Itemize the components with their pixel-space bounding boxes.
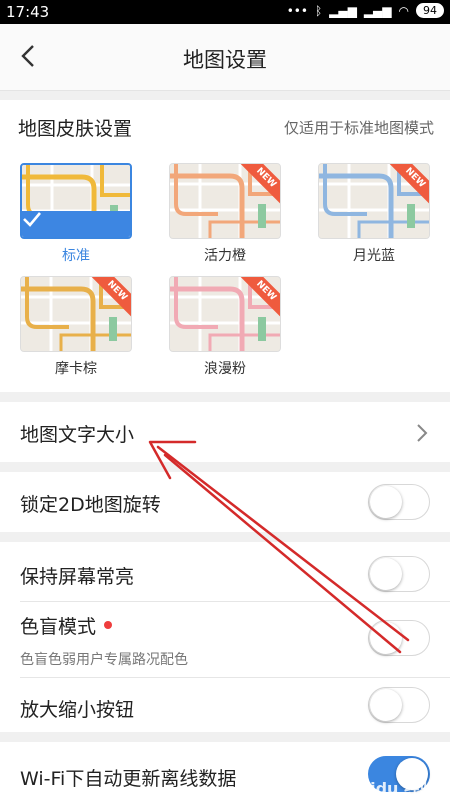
divider — [20, 677, 450, 678]
wifi-update-row: Wi-Fi下自动更新离线数据 Baidu 经验 — [0, 742, 450, 801]
skin-option-pink[interactable]: NEW 浪漫粉 — [169, 276, 281, 378]
battery-icon: 94 — [416, 3, 444, 18]
signal-icon: ▂▄▆ — [329, 3, 357, 18]
page-title: 地图设置 — [183, 48, 267, 72]
selected-indicator — [22, 211, 130, 237]
text-size-row[interactable]: 地图文字大小 — [0, 402, 450, 462]
skin-option-standard[interactable]: 标准 — [20, 163, 132, 265]
zoom-buttons-toggle[interactable] — [368, 687, 430, 723]
lock-2d-row: 锁定2D地图旋转 — [0, 472, 450, 532]
text-size-label: 地图文字大小 — [20, 424, 135, 446]
skin-section-note: 仅适用于标准地图模式 — [283, 119, 434, 137]
lock-2d-label: 锁定2D地图旋转 — [20, 494, 161, 516]
skin-thumbnail: NEW — [169, 276, 281, 352]
bluetooth-icon: ᛒ — [314, 3, 323, 18]
watermark: Baidu 经验 — [347, 779, 436, 798]
chevron-right-icon — [417, 424, 428, 442]
toggle-knob — [370, 689, 402, 721]
screen-on-label: 保持屏幕常亮 — [20, 566, 135, 588]
skin-label: 月光蓝 — [353, 248, 395, 264]
skin-settings-section: 地图皮肤设置 仅适用于标准地图模式 标准 NEW 活力橙 NEW 月光蓝 NEW… — [0, 100, 450, 392]
colorblind-toggle[interactable] — [368, 620, 430, 656]
skin-thumbnail: NEW — [169, 163, 281, 239]
colorblind-label-text: 色盲模式 — [20, 616, 97, 638]
skin-label: 标准 — [62, 248, 90, 264]
screen-on-toggle[interactable] — [368, 556, 430, 592]
signal-icon-2: ▂▄▆ — [363, 3, 392, 18]
zoom-buttons-label: 放大缩小按钮 — [20, 699, 135, 721]
colorblind-subtitle: 色盲色弱用户专属路况配色 — [20, 652, 188, 668]
skin-thumbnail: NEW — [318, 163, 430, 239]
skin-thumbnail: NEW — [20, 276, 132, 352]
toggle-knob — [370, 558, 402, 590]
check-icon — [23, 212, 41, 227]
nav-bar: 地图设置 — [0, 24, 450, 91]
divider — [20, 601, 450, 602]
status-icons: ••• ᛒ ▂▄▆ ▂▄▆ ◠ 94 — [287, 3, 444, 18]
lock-2d-toggle[interactable] — [368, 484, 430, 520]
toggle-knob — [370, 622, 402, 654]
skin-option-brown[interactable]: NEW 摩卡棕 — [20, 276, 132, 378]
skin-thumbnail — [20, 163, 132, 239]
skin-label: 活力橙 — [204, 248, 246, 264]
skin-section-title: 地图皮肤设置 — [18, 118, 133, 140]
dots-icon: ••• — [286, 3, 308, 18]
skin-option-orange[interactable]: NEW 活力橙 — [169, 163, 281, 265]
colorblind-label: 色盲模式 — [20, 612, 113, 639]
skin-label: 浪漫粉 — [204, 361, 246, 377]
new-dot-badge — [104, 620, 113, 629]
status-time: 17:43 — [6, 3, 50, 21]
status-bar: 17:43 ••• ᛒ ▂▄▆ ▂▄▆ ◠ 94 — [0, 0, 450, 24]
skin-option-blue[interactable]: NEW 月光蓝 — [318, 163, 430, 265]
wifi-update-label: Wi-Fi下自动更新离线数据 — [20, 768, 237, 790]
toggle-knob — [370, 486, 402, 518]
display-settings-group: 保持屏幕常亮 色盲模式 色盲色弱用户专属路况配色 放大缩小按钮 — [0, 542, 450, 732]
skin-label: 摩卡棕 — [55, 361, 97, 377]
wifi-icon: ◠ — [398, 3, 409, 18]
